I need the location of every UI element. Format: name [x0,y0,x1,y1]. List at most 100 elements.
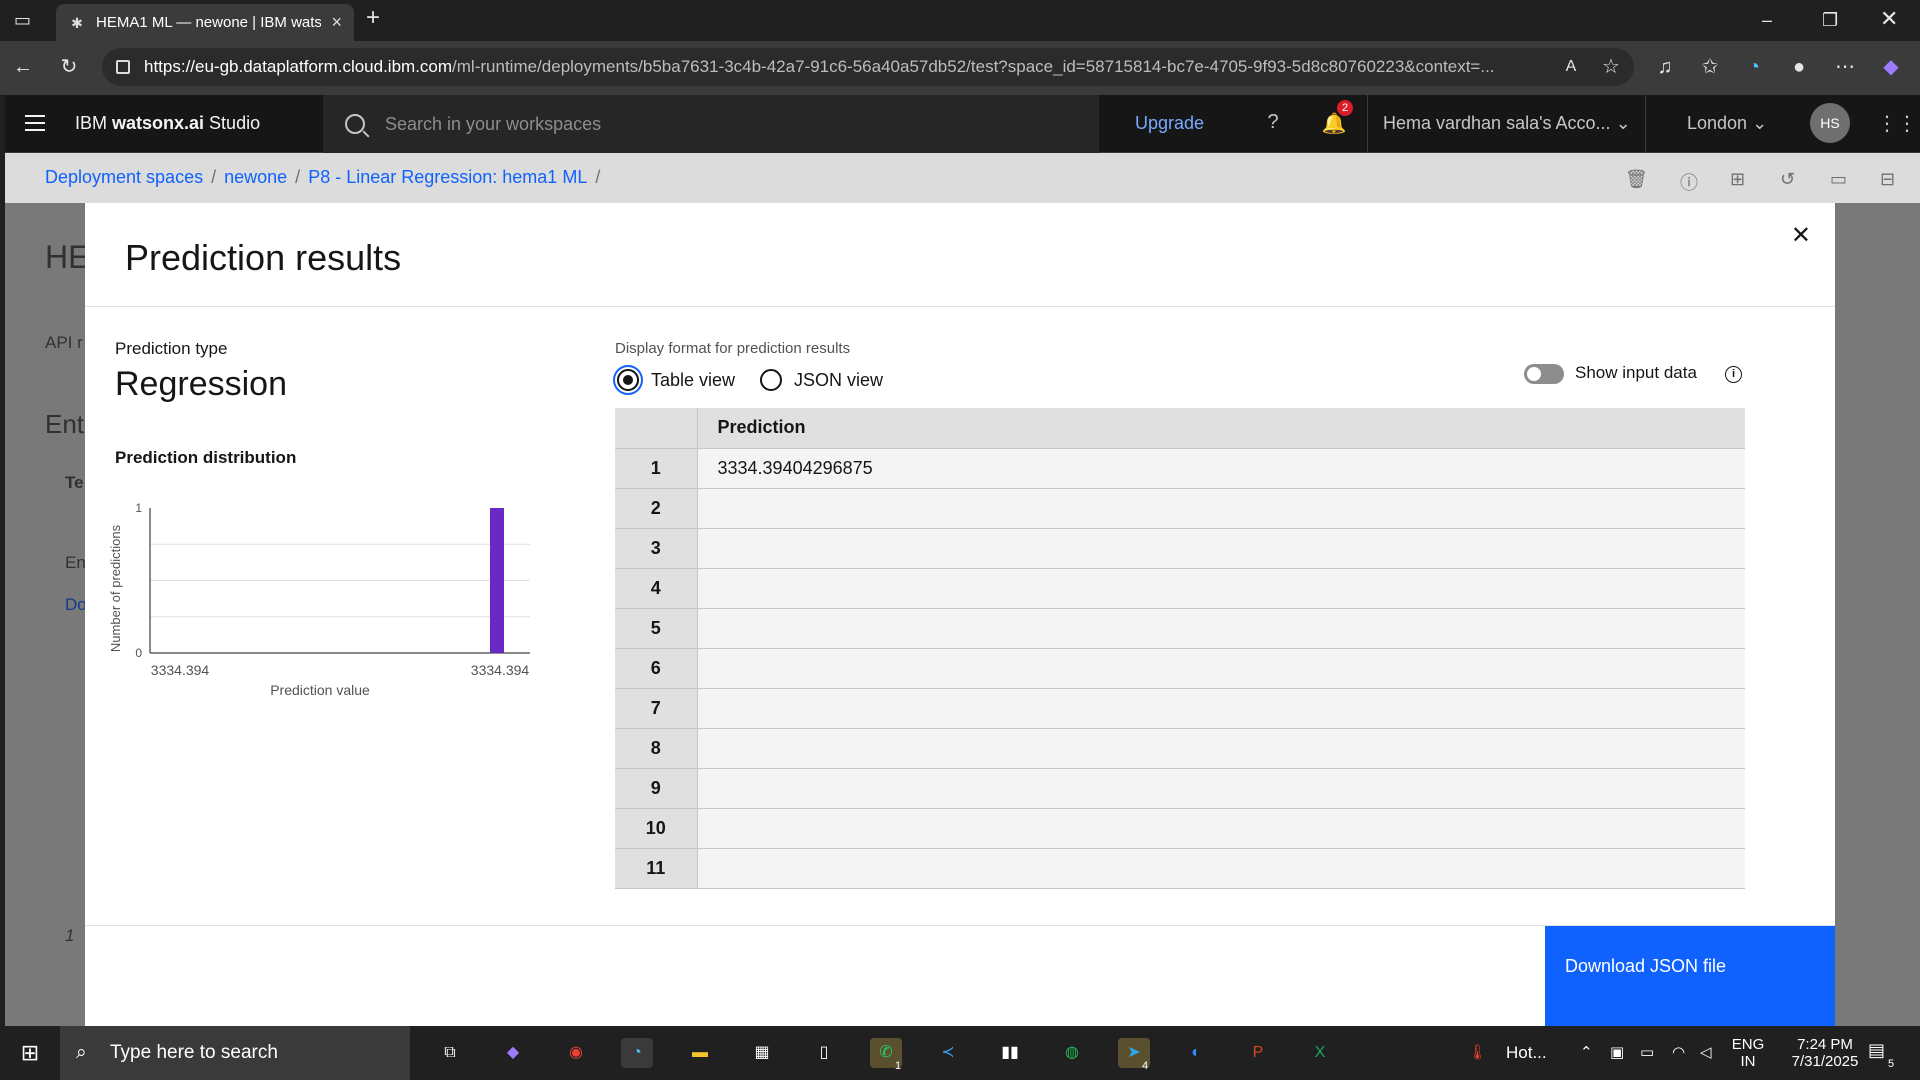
more-options-icon[interactable]: ⋯ [1832,55,1858,79]
trash-icon[interactable]: 🗑 [1625,169,1648,190]
radio-checked-icon [617,369,639,391]
menu-icon[interactable] [25,115,45,136]
browser-tab-active[interactable]: ✱ HEMA1 ML — newone | IBM wats × [56,4,354,41]
language-indicator[interactable]: ENG IN [1728,1036,1768,1070]
store-icon[interactable]: ▦ [746,1038,778,1068]
notepad-icon[interactable]: ▯ [808,1038,840,1068]
workspace-search[interactable]: Search in your workspaces [323,95,1099,153]
y-axis-title: Number of predictions [110,524,123,652]
weather-icon[interactable]: 🌡 [1468,1044,1487,1061]
breadcrumb-item[interactable]: Deployment spaces [45,167,203,187]
minimize-icon[interactable]: – [1762,10,1772,30]
taskbar-search[interactable]: ⌕ Type here to search [60,1026,410,1080]
weather-text[interactable]: Hot... [1506,1044,1547,1061]
info-icon[interactable]: i [1725,366,1742,383]
close-icon[interactable]: ✕ [1791,221,1811,250]
url-field[interactable]: https://eu-gb.dataplatform.cloud.ibm.com… [102,48,1634,86]
battery-icon[interactable]: ▭ [1640,1044,1654,1061]
new-tab-icon[interactable]: + [366,6,380,30]
modal-header: Prediction results ✕ [85,203,1835,307]
comment-icon[interactable]: ▭ [1830,169,1847,190]
taskbar-search-text: Type here to search [110,1042,278,1063]
row-index: 7 [615,688,698,729]
tray-chevron-icon[interactable]: ⌃ [1580,1044,1593,1061]
chevron-down-icon: ⌄ [1615,113,1631,133]
table-row: 3 [615,528,1745,569]
favorite-star-icon[interactable]: ☆ [1598,55,1624,79]
tab-title: HEMA1 ML — newone | IBM wats [96,14,322,31]
browser-tab-bar: ▭ ✱ HEMA1 ML — newone | IBM wats × + – ❐… [0,0,1920,41]
notification-center-icon[interactable]: ▤ [1868,1041,1885,1059]
modal-title: Prediction results [125,237,402,278]
profile-avatar-icon[interactable]: ● [1786,55,1812,79]
row-index-header [615,408,698,449]
region-switcher[interactable]: London ⌄ [1687,113,1767,134]
vscode-icon[interactable]: ≺ [932,1038,964,1068]
download-json-button[interactable]: Download JSON file [1545,926,1835,1026]
apps-icon[interactable]: ⊟ [1880,169,1895,190]
row-index: 11 [615,848,698,889]
row-index: 8 [615,728,698,769]
copilot-app-icon[interactable]: ◆ [497,1038,529,1068]
json-view-radio[interactable]: JSON view [760,369,883,391]
spotify-icon[interactable]: ◍ [1056,1038,1088,1068]
restore-icon[interactable]: ❐ [1822,10,1838,30]
x-tick-label: 3334.394 [471,662,530,678]
app-switcher-icon[interactable]: ⋮⋮ [1877,111,1917,136]
windows-start-icon[interactable]: ⊞ [14,1038,46,1068]
breadcrumb-item[interactable]: P8 - Linear Regression: hema1 ML [308,167,587,187]
favorites-icon[interactable]: ✩ [1697,55,1723,79]
prediction-value-cell: 3334.39404296875 [697,448,1745,489]
meet-icon[interactable]: ▣ [1610,1044,1624,1061]
show-input-toggle[interactable] [1524,364,1564,384]
breadcrumb-item[interactable]: newone [224,167,287,187]
row-index: 2 [615,488,698,529]
tree-icon[interactable]: ⊞ [1730,169,1745,190]
tab-close-icon[interactable]: × [331,12,342,33]
powerpoint-icon[interactable]: P [1242,1038,1274,1068]
header-divider [1367,95,1368,153]
audio-app-icon[interactable]: ▮▮ [994,1038,1026,1068]
file-explorer-icon[interactable]: ▬ [684,1038,716,1068]
x-axis-title: Prediction value [270,682,370,698]
x-tick-label: 3334.394 [151,662,210,678]
refresh-icon[interactable]: ↻ [56,55,82,79]
table-view-radio[interactable]: Table view [617,369,735,391]
sidebar-toggle-icon[interactable]: ▭ [14,10,31,30]
prediction-value-cell [697,768,1745,809]
chrome-icon[interactable]: ◉ [560,1038,592,1068]
avatar[interactable]: HS [1810,103,1850,143]
prediction-value-cell [697,568,1745,609]
zoom-icon[interactable]: ◐ [1180,1038,1212,1068]
extensions-icon[interactable]: ♫ [1652,55,1678,79]
edge-icon[interactable]: ◔ [621,1038,653,1068]
prediction-value-cell [697,848,1745,889]
edge-bar-icon[interactable]: ◔ [1741,55,1767,79]
task-view-icon[interactable]: ⧉ [434,1038,466,1068]
upgrade-link[interactable]: Upgrade [1135,113,1204,134]
search-icon [345,114,365,134]
clock[interactable]: 7:24 PM 7/31/2025 [1775,1036,1875,1070]
json-view-label: JSON view [794,369,884,390]
notification-count: 5 [1888,1058,1895,1070]
close-window-icon[interactable]: ✕ [1880,8,1898,30]
read-aloud-icon[interactable]: A [1558,55,1584,79]
volume-icon[interactable]: ◁ [1700,1044,1712,1061]
account-switcher[interactable]: Hema vardhan sala's Acco... ⌄ [1383,113,1631,134]
prediction-type-value: Regression [115,365,287,403]
table-row: 10 [615,808,1745,849]
back-icon[interactable]: ← [10,55,36,79]
row-index: 5 [615,608,698,649]
copilot-icon[interactable]: ◆ [1878,55,1904,79]
chevron-down-icon: ⌄ [1752,113,1768,133]
history-icon[interactable]: ↺ [1780,169,1795,190]
excel-icon[interactable]: X [1304,1038,1336,1068]
brand-name[interactable]: IBM watsonx.ai Studio [75,113,260,134]
distribution-label: Prediction distribution [115,448,297,467]
help-icon[interactable]: ? [1260,111,1286,134]
wifi-icon[interactable]: ◠ [1672,1044,1685,1061]
table-header-row: Prediction [615,408,1745,449]
info-icon[interactable]: ⓘ [1680,169,1698,195]
taskbar: ⊞ ⌕ Type here to search ⧉ ◆ ◉ ◔ ▬ ▦ ▯ ✆ … [0,1026,1920,1080]
row-index: 1 [615,448,698,489]
